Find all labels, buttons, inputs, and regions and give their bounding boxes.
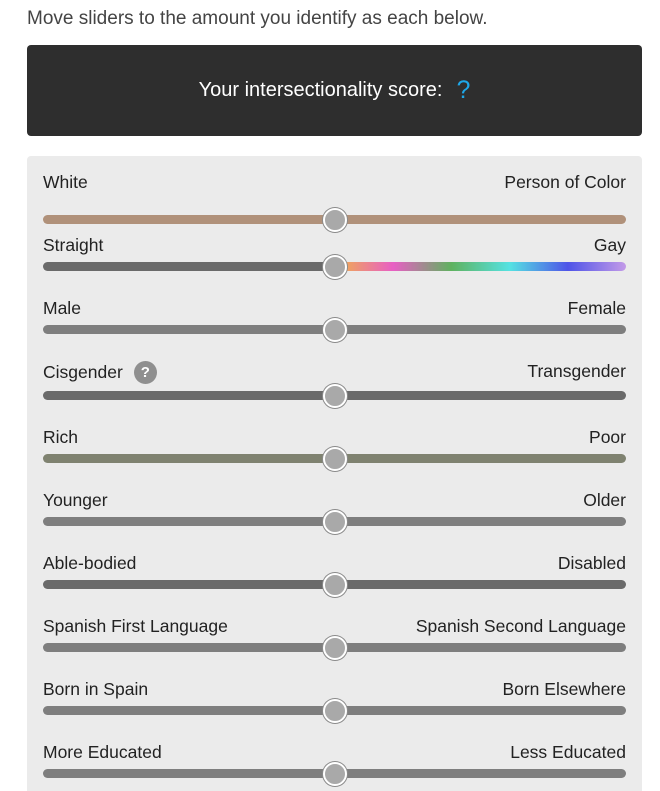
slider-labels: Rich Poor bbox=[43, 427, 626, 449]
slider-right-label: Disabled bbox=[557, 553, 626, 573]
slider-thumb-birthplace[interactable] bbox=[322, 699, 347, 723]
track-fill-rainbow bbox=[334, 262, 626, 271]
sliders-panel: White Person of Color Straight Gay Male … bbox=[27, 156, 642, 791]
slider-thumb-race[interactable] bbox=[322, 208, 347, 232]
slider-right-label: Person of Color bbox=[504, 172, 626, 192]
slider-left-label: Rich bbox=[43, 427, 79, 447]
slider-left-label: More Educated bbox=[43, 742, 162, 762]
slider-left-label: White bbox=[43, 172, 88, 192]
slider-labels: Born in Spain Born Elsewhere bbox=[43, 679, 626, 701]
slider-thumb-ability[interactable] bbox=[322, 573, 347, 597]
slider-labels: Cisgender ? Transgender bbox=[43, 361, 626, 384]
slider-left-label: Spanish First Language bbox=[43, 616, 228, 636]
slider-right-label: Transgender bbox=[527, 361, 626, 381]
question-icon[interactable]: ? bbox=[133, 361, 157, 384]
slider-left-label: Born in Spain bbox=[43, 679, 149, 699]
slider-right-label: Gay bbox=[593, 235, 626, 255]
slider-right-label: Poor bbox=[589, 427, 626, 447]
slider-left-label: Younger bbox=[43, 490, 108, 510]
slider-thumb-gender[interactable] bbox=[322, 318, 347, 342]
track-fill-left bbox=[43, 262, 335, 271]
slider-labels: White Person of Color bbox=[43, 172, 626, 194]
slider-labels: Straight Gay bbox=[43, 235, 626, 257]
instructions-text: Move sliders to the amount you identify … bbox=[27, 8, 488, 29]
slider-left-label: Male bbox=[43, 298, 81, 318]
score-panel: Your intersectionality score: ? bbox=[27, 45, 642, 136]
score-label: Your intersectionality score: bbox=[198, 79, 443, 101]
slider-left-label: Cisgender ? bbox=[43, 361, 157, 384]
slider-labels: Spanish First Language Spanish Second La… bbox=[43, 616, 626, 638]
slider-thumb-sexuality[interactable] bbox=[322, 255, 347, 279]
slider-thumb-language[interactable] bbox=[322, 636, 347, 660]
slider-labels: Younger Older bbox=[43, 490, 626, 512]
slider-right-label: Older bbox=[583, 490, 626, 510]
score-value[interactable]: ? bbox=[456, 76, 470, 105]
slider-thumb-education[interactable] bbox=[322, 762, 347, 786]
slider-thumb-class[interactable] bbox=[322, 447, 347, 471]
slider-labels: Able-bodied Disabled bbox=[43, 553, 626, 575]
page: Move sliders to the amount you identify … bbox=[0, 0, 660, 791]
slider-right-label: Born Elsewhere bbox=[502, 679, 626, 699]
slider-left-label: Straight bbox=[43, 235, 104, 255]
slider-left-label: Able-bodied bbox=[43, 553, 137, 573]
slider-thumb-age[interactable] bbox=[322, 510, 347, 534]
slider-labels: Male Female bbox=[43, 298, 626, 320]
slider-right-label: Spanish Second Language bbox=[415, 616, 626, 636]
slider-labels: More Educated Less Educated bbox=[43, 742, 626, 764]
slider-right-label: Female bbox=[567, 298, 626, 318]
slider-thumb-gender-identity[interactable] bbox=[322, 384, 347, 408]
slider-right-label: Less Educated bbox=[510, 742, 626, 762]
slider-left-text: Cisgender bbox=[43, 362, 123, 382]
